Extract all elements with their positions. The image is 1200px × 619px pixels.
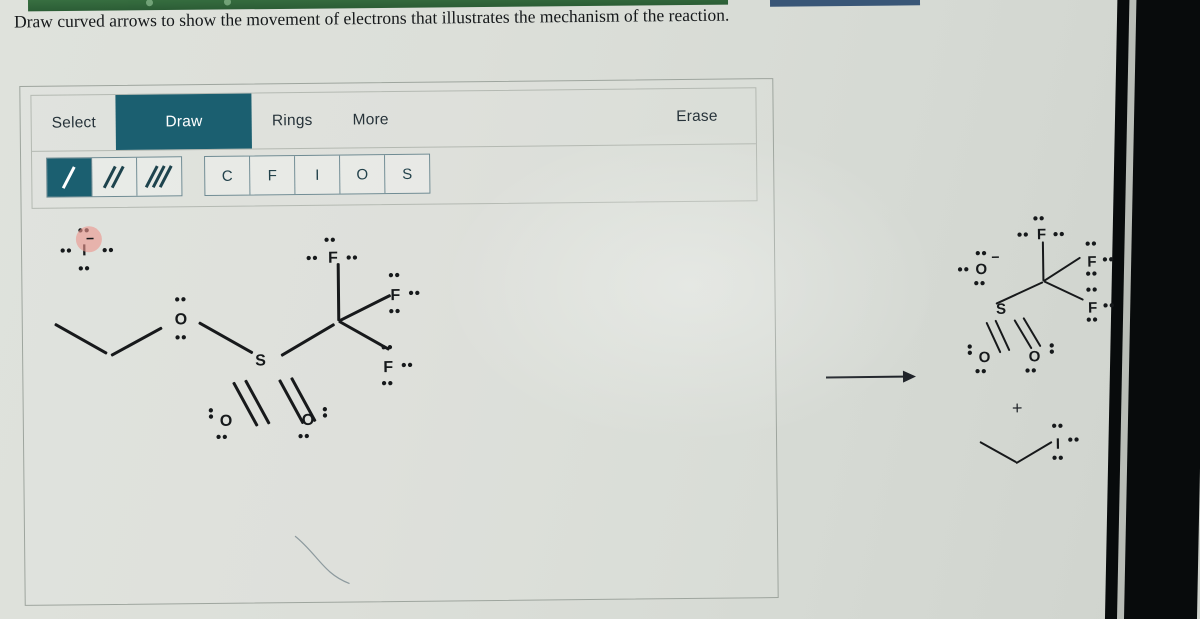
single-bond-icon bbox=[56, 164, 82, 190]
prodA-O-right-lp-bottom: •• bbox=[1024, 362, 1038, 380]
iodide-lone-pair-bottom: •• bbox=[78, 260, 91, 278]
prodB-I-lp-bottom: •• bbox=[1051, 449, 1065, 467]
right-O-lone-pair-side: •• bbox=[315, 406, 334, 420]
element-button-O[interactable]: O bbox=[340, 155, 386, 194]
triple-bond-button[interactable] bbox=[137, 157, 182, 196]
prodA-F-bot-lp-bottom: •• bbox=[1086, 311, 1099, 329]
prodA-bond-S-O-right-b bbox=[1022, 317, 1042, 348]
reaction-arrow bbox=[825, 375, 915, 379]
atom-label-ester-oxygen: O bbox=[174, 311, 188, 329]
F-mid-lone-pair-top: •• bbox=[388, 266, 401, 285]
prodB-bond-ethyl-1 bbox=[979, 440, 1017, 464]
bond-O-S bbox=[198, 321, 254, 355]
stray-ink-squiggle bbox=[294, 535, 350, 585]
product-ethyl-iodide: •• I •• •• bbox=[978, 418, 1099, 491]
F-bottom-lone-pair-right: •• bbox=[401, 356, 414, 374]
left-O-lone-pair-side: •• bbox=[201, 407, 220, 421]
prodA-negative-charge: − bbox=[991, 248, 1000, 265]
atom-label-sulfur: S bbox=[255, 352, 267, 370]
prodA-Ominus-lp-top: •• bbox=[975, 244, 988, 263]
F-top-lone-pair-top: •• bbox=[323, 231, 337, 249]
bond-S-O-left-b bbox=[244, 379, 271, 425]
prodA-F-mid-lp-right: •• bbox=[1102, 251, 1115, 269]
double-bond-icon bbox=[101, 164, 127, 190]
draw-tool-row: C F I O S bbox=[46, 153, 431, 198]
prodA-F-bot-lp-top: •• bbox=[1085, 281, 1099, 299]
bond-S-O-right-a bbox=[278, 379, 305, 425]
product-plus-sign: + bbox=[1011, 397, 1023, 419]
ester-O-lone-pair-bottom: •• bbox=[174, 329, 188, 347]
tool-tab-row: Select Draw Rings More Erase bbox=[31, 88, 756, 152]
prodB-bond-ethyl-2 bbox=[1015, 440, 1053, 465]
triple-bond-icon bbox=[144, 163, 173, 189]
prodA-Ominus-lp-left: •• bbox=[957, 261, 971, 279]
tab-rings[interactable]: Rings bbox=[252, 93, 333, 149]
bond-order-group bbox=[46, 156, 183, 198]
prodA-F-top-lp-left: •• bbox=[1016, 226, 1030, 244]
bond-ethyl-2 bbox=[110, 326, 163, 357]
prodA-O-left-lp-bottom: •• bbox=[974, 362, 988, 381]
F-top-lone-pair-left: •• bbox=[306, 249, 319, 267]
prodA-F-mid-lp-top: •• bbox=[1084, 235, 1098, 253]
iodide-lone-pair-left: •• bbox=[59, 242, 73, 260]
prodA-bond-C-F-bottom bbox=[1043, 280, 1084, 302]
bond-C-F-upper-right bbox=[338, 293, 392, 323]
editor-toolbar: Select Draw Rings More Erase C F I O S bbox=[30, 87, 758, 209]
prodA-F-bot-lp-right: •• bbox=[1102, 297, 1116, 315]
reactant-ethyl-triflate[interactable]: •• O •• S •• O •• O •• •• •• •• F •• •• … bbox=[32, 207, 756, 446]
F-bottom-lone-pair-bottom: •• bbox=[381, 375, 395, 393]
prodA-bond-C-F-top bbox=[1041, 241, 1045, 282]
prodA-atom-sulfur: S bbox=[995, 300, 1007, 318]
molecule-editor-panel: Select Draw Rings More Erase C F I O S •… bbox=[19, 78, 779, 606]
left-O-lone-pair-bottom: •• bbox=[215, 428, 229, 446]
prodA-F-mid-lp-bottom: •• bbox=[1085, 265, 1099, 283]
prodA-bond-S-O-right-a bbox=[1013, 319, 1033, 350]
prodA-O-left-lp-side: •• bbox=[960, 343, 978, 357]
prodA-Ominus-lp-bottom: •• bbox=[973, 275, 987, 293]
element-button-I[interactable]: I bbox=[295, 155, 341, 195]
element-button-F[interactable]: F bbox=[250, 156, 296, 195]
tab-draw[interactable]: Draw bbox=[115, 93, 253, 150]
iodide-lone-pair-right: •• bbox=[101, 241, 115, 260]
erase-button[interactable]: Erase bbox=[656, 88, 756, 144]
element-button-S[interactable]: S bbox=[385, 154, 430, 194]
double-bond-button[interactable] bbox=[92, 157, 138, 197]
element-palette-group: C F I O S bbox=[204, 153, 431, 197]
prodA-F-top-lp-right: •• bbox=[1052, 225, 1066, 244]
iodide-negative-charge: − bbox=[85, 230, 95, 247]
screenshot-root: Draw curved arrows to show the movement … bbox=[0, 0, 1200, 619]
single-bond-button[interactable] bbox=[47, 158, 93, 197]
drawing-canvas[interactable]: •• •• I − •• •• •• O •• bbox=[32, 207, 760, 593]
prodA-F-top-lp-top: •• bbox=[1032, 210, 1046, 228]
right-O-lone-pair-bottom: •• bbox=[297, 427, 311, 446]
element-button-C[interactable]: C bbox=[205, 156, 251, 196]
product-triflate-anion: •• •• F •• •• F •• •• •• F •• •• •• − ••… bbox=[947, 210, 1169, 399]
atom-label-fluorine-top: F bbox=[328, 249, 339, 267]
tab-more[interactable]: More bbox=[332, 92, 409, 148]
bond-C-F-top bbox=[336, 263, 341, 322]
prodA-bond-C-F-middle bbox=[1042, 256, 1082, 283]
F-bottom-lone-pair-top: •• bbox=[380, 339, 394, 357]
F-mid-lone-pair-right: •• bbox=[408, 284, 422, 302]
tab-select[interactable]: Select bbox=[31, 95, 116, 151]
prodB-I-lp-top: •• bbox=[1051, 417, 1065, 435]
bond-S-O-left-a bbox=[232, 381, 259, 427]
F-top-lone-pair-right: •• bbox=[346, 249, 359, 267]
bond-S-C bbox=[280, 322, 336, 358]
F-mid-lone-pair-bottom: •• bbox=[388, 302, 402, 321]
prodB-I-lp-right: •• bbox=[1067, 431, 1081, 449]
prodA-O-right-lp-side: •• bbox=[1042, 342, 1060, 356]
ester-O-lone-pair-top: •• bbox=[174, 291, 188, 309]
bond-ethyl-1 bbox=[54, 322, 108, 355]
